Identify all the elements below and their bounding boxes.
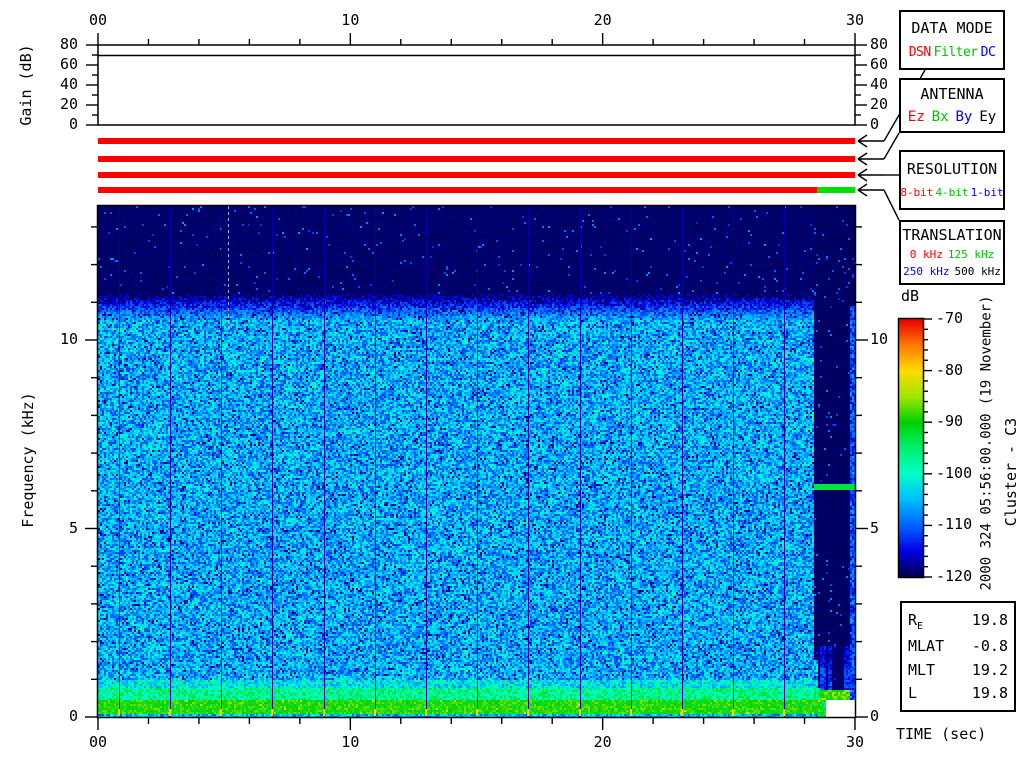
datetime-annotation: 2000 324 05:56:00.000 (19 November) [978, 295, 995, 591]
time-tick-label-top: 10 [341, 11, 360, 29]
gain-panel-frame [97, 44, 856, 126]
gain-tick-label-left: 40 [59, 75, 78, 93]
time-tick-label-top: 20 [593, 11, 612, 29]
ephemeris-label: MLT [908, 660, 936, 679]
frequency-tick-label-left: 10 [59, 330, 78, 348]
ephemeris-box: RE 19.8 MLAT -0.8 MLT 19.2 L 19.8 [900, 601, 1016, 712]
legend-value-ey: Ey [979, 108, 997, 125]
time-tick-label-bottom: 30 [845, 733, 865, 751]
ephemeris-row-mlat: MLAT -0.8 [908, 638, 1008, 655]
legend-value-dc: DC [980, 44, 996, 60]
ephemeris-label: RE [908, 610, 924, 632]
data-mode-bar-segment [98, 138, 855, 144]
data-mode-values: DSN Filter DC [909, 45, 996, 60]
translation-bar-segment [817, 187, 855, 193]
arrow-icon [857, 183, 884, 197]
translation-values-row2: 250 kHz 500 kHz [903, 265, 1001, 278]
antenna-bar-segment [98, 156, 855, 162]
frequency-axis-label: Frequency (kHz) [18, 392, 37, 528]
ephemeris-row-re: RE 19.8 [908, 610, 1008, 632]
gain-tick-label-left: 0 [68, 115, 78, 133]
resolution-box: RESOLUTION 8-bit 4-bit 1-bit [899, 150, 1005, 210]
data-mode-bar [98, 138, 855, 144]
legend-value-500-khz: 500 kHz [954, 265, 1001, 279]
connector-translation [883, 189, 900, 221]
ephemeris-value: 19.2 [971, 660, 1008, 679]
arrow-icon [857, 152, 884, 166]
gain-tick-label-left: 80 [59, 35, 78, 53]
frequency-tick-label-right: 5 [870, 518, 880, 537]
legend-value-8-bit: 8-bit [900, 186, 934, 200]
time-axis-label: TIME (sec) [896, 725, 987, 743]
antenna-title: ANTENNA [920, 85, 984, 104]
data-mode-title: DATA MODE [911, 19, 993, 38]
gain-tick-label-left: 60 [59, 55, 78, 73]
colorbar-label: dB [901, 287, 920, 305]
gain-axis-label: Gain (dB) [16, 44, 35, 126]
legend-value-0-khz: 0 kHz [909, 247, 943, 261]
ephemeris-row-mlt: MLT 19.2 [908, 662, 1008, 679]
data-mode-box: DATA MODE DSN Filter DC [899, 10, 1005, 70]
time-tick-label-bottom: 10 [341, 733, 360, 751]
connector-antenna [883, 132, 900, 160]
resolution-bar [98, 172, 855, 178]
arrow-icon [857, 168, 884, 182]
frequency-tick-label-left: 5 [68, 518, 78, 537]
time-tick-label-bottom: 00 [88, 733, 108, 751]
translation-values-row1: 0 kHz 125 kHz [910, 248, 994, 261]
resolution-values: 8-bit 4-bit 1-bit [900, 186, 1003, 199]
translation-title: TRANSLATION [902, 225, 1002, 244]
legend-value-by: By [955, 108, 973, 125]
spectrogram-image [98, 206, 855, 717]
colorbar-gradient [899, 319, 923, 577]
gain-tick-label-left: 20 [59, 95, 78, 113]
spacecraft-annotation: Cluster - C3 [1001, 417, 1020, 527]
ephemeris-value: 19.8 [971, 683, 1008, 702]
translation-bar-segment [98, 187, 818, 193]
ephemeris-label: MLAT [908, 637, 945, 656]
legend-value-4-bit: 4-bit [935, 186, 969, 200]
resolution-title: RESOLUTION [906, 159, 998, 178]
legend-value-ez: Ez [907, 108, 925, 125]
legend-value-250-khz: 250 kHz [903, 265, 950, 279]
legend-value-125-khz: 125 kHz [947, 247, 995, 261]
legend-value-filter: Filter [933, 44, 978, 60]
wbd-spectrogram-display: Gain (dB) Frequency (kHz) 00 10 20 30 00 10 2… [0, 0, 1024, 768]
ephemeris-value: 19.8 [971, 610, 1008, 629]
legend-value-dsn: DSN [908, 44, 931, 60]
frequency-tick-label-left: 0 [68, 707, 78, 725]
time-tick-label-bottom: 20 [593, 733, 612, 751]
legend-value-1-bit: 1-bit [970, 186, 1004, 200]
time-tick-label-top: 30 [845, 11, 865, 29]
legend-value-bx: Bx [931, 108, 949, 125]
arrow-icon [857, 134, 884, 148]
antenna-values: Ez Bx By Ey [908, 109, 996, 125]
resolution-bar-segment [98, 172, 855, 178]
time-tick-label-top: 00 [88, 11, 108, 29]
ephemeris-value: -0.8 [971, 637, 1008, 656]
antenna-bar [98, 156, 855, 162]
translation-bar [98, 187, 855, 193]
antenna-box: ANTENNA Ez Bx By Ey [899, 78, 1005, 133]
translation-box: TRANSLATION 0 kHz 125 kHz 250 kHz 500 kHz [899, 220, 1005, 285]
frequency-tick-label-right: 10 [870, 330, 889, 348]
ephemeris-row-l: L 19.8 [908, 685, 1008, 702]
ephemeris-label: L [908, 683, 918, 702]
